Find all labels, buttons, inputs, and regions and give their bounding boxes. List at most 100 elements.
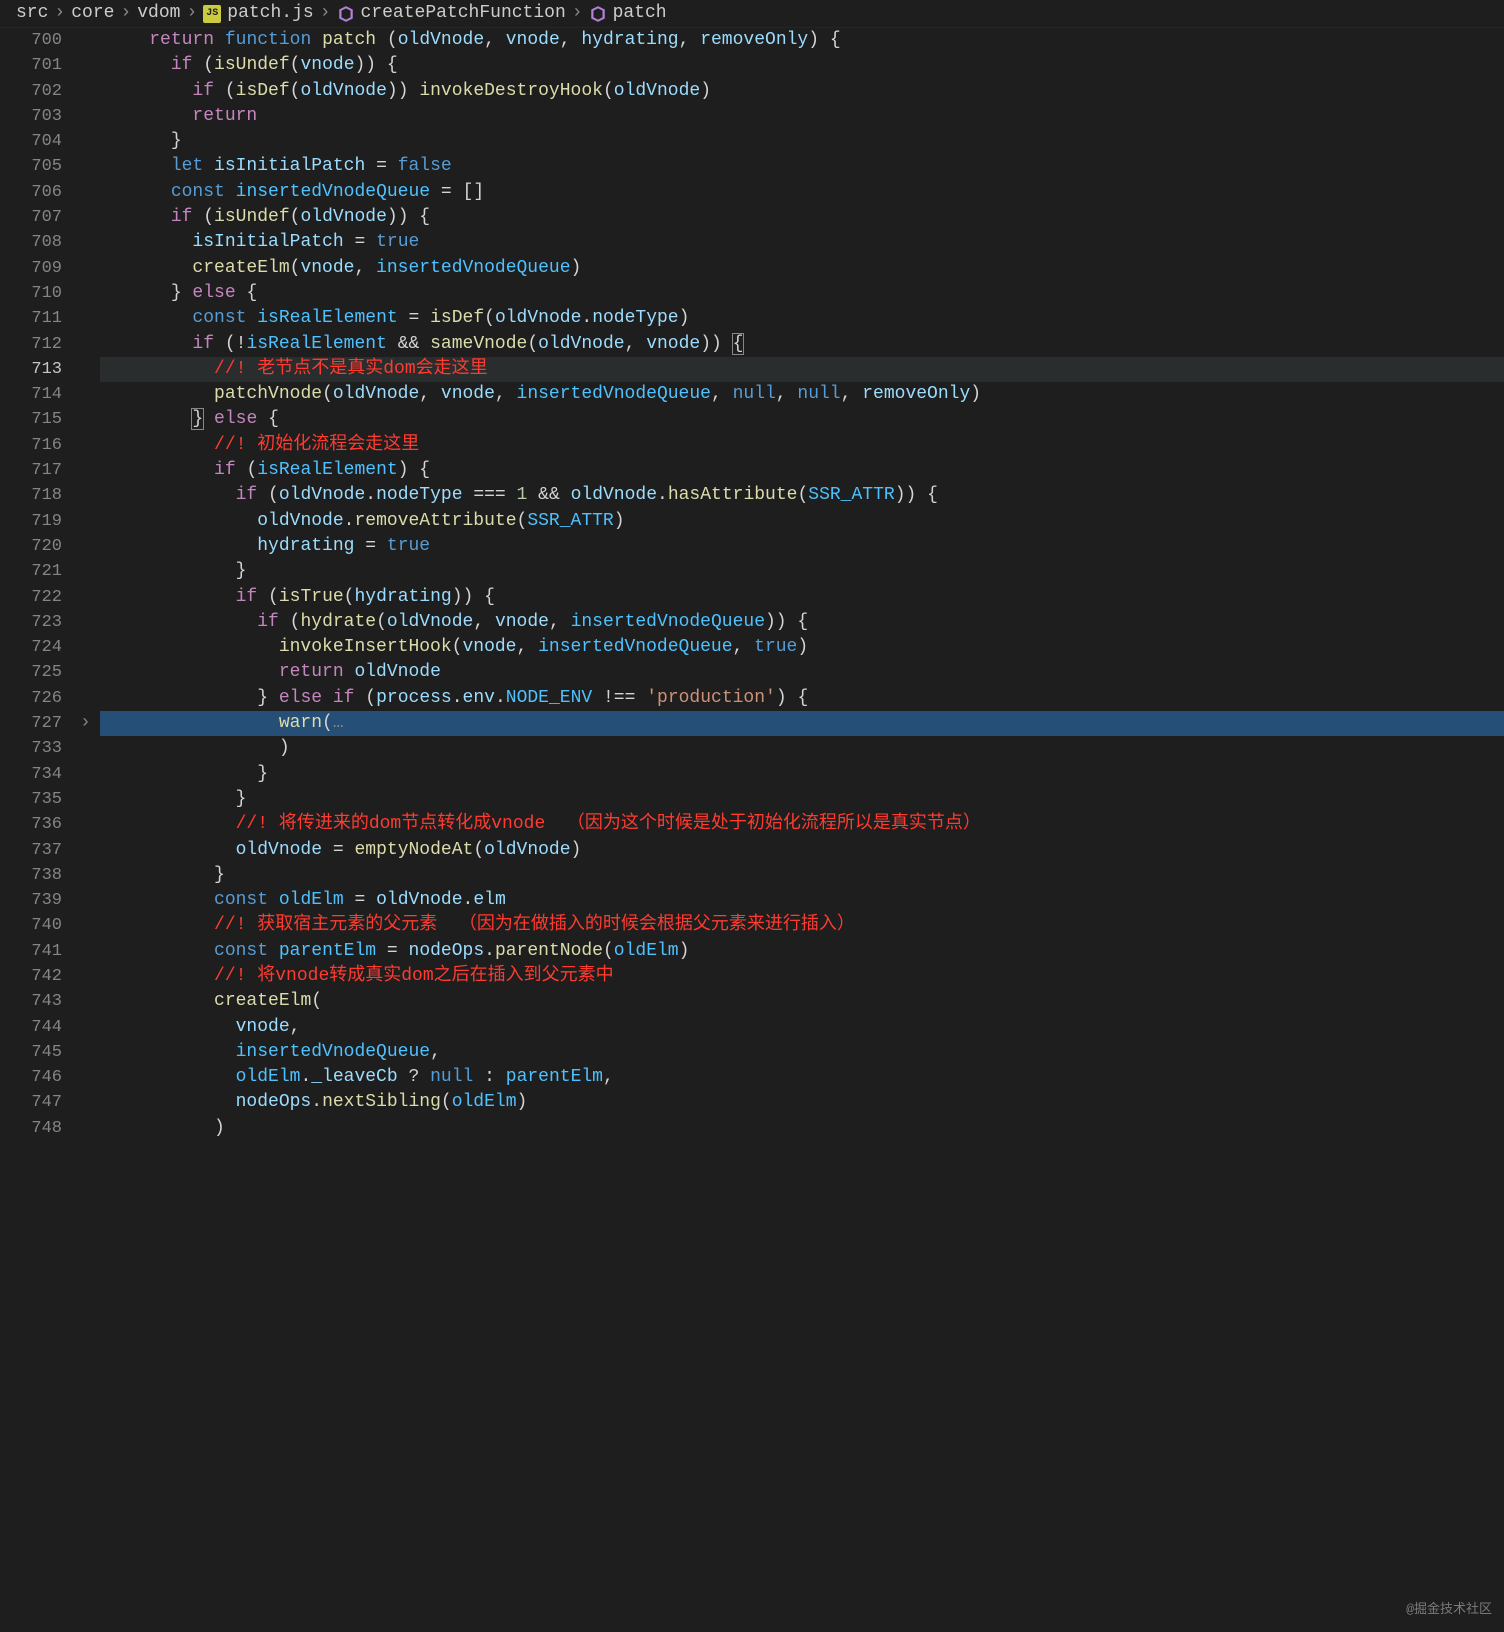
code-line[interactable]: insertedVnodeQueue, xyxy=(100,1040,1504,1065)
breadcrumb-seg-fn2[interactable]: patch xyxy=(613,1,667,26)
line-number-gutter: 700 701 702 703 704 705 706 707 708 709 … xyxy=(0,28,80,1632)
code-line[interactable]: //! 初始化流程会走这里 xyxy=(100,433,1504,458)
breadcrumb[interactable]: src › core › vdom › JS patch.js › create… xyxy=(0,0,1504,28)
line-number: 701 xyxy=(0,53,62,78)
code-line[interactable]: const insertedVnodeQueue = [] xyxy=(100,180,1504,205)
line-number: 717 xyxy=(0,458,62,483)
breadcrumb-seg-file[interactable]: patch.js xyxy=(227,1,313,26)
line-number: 721 xyxy=(0,559,62,584)
breadcrumb-seg-fn1[interactable]: createPatchFunction xyxy=(361,1,566,26)
line-number: 733 xyxy=(0,736,62,761)
code-line[interactable]: if (!isRealElement && sameVnode(oldVnode… xyxy=(100,332,1504,357)
code-line[interactable]: isInitialPatch = true xyxy=(100,230,1504,255)
code-line[interactable]: } xyxy=(100,559,1504,584)
code-line[interactable]: } xyxy=(100,129,1504,154)
line-number: 745 xyxy=(0,1040,62,1065)
line-number: 737 xyxy=(0,838,62,863)
chevron-right-icon: › xyxy=(320,1,331,26)
code-line[interactable]: const oldElm = oldVnode.elm xyxy=(100,888,1504,913)
code-line[interactable]: invokeInsertHook(vnode, insertedVnodeQue… xyxy=(100,635,1504,660)
code-line[interactable]: if (isTrue(hydrating)) { xyxy=(100,585,1504,610)
chevron-right-icon: › xyxy=(54,1,65,26)
line-number: 740 xyxy=(0,913,62,938)
line-number: 738 xyxy=(0,863,62,888)
code-line[interactable]: if (isUndef(oldVnode)) { xyxy=(100,205,1504,230)
code-line[interactable]: warn(… xyxy=(100,711,1504,736)
line-number: 715 xyxy=(0,407,62,432)
line-number: 712 xyxy=(0,332,62,357)
code-line[interactable]: //! 获取宿主元素的父元素 （因为在做插入的时候会根据父元素来进行插入） xyxy=(100,913,1504,938)
line-number: 727 xyxy=(0,711,62,736)
code-editor[interactable]: 700 701 702 703 704 705 706 707 708 709 … xyxy=(0,28,1504,1632)
code-line[interactable]: oldVnode = emptyNodeAt(oldVnode) xyxy=(100,838,1504,863)
code-line[interactable]: return xyxy=(100,104,1504,129)
breadcrumb-seg-src[interactable]: src xyxy=(16,1,48,26)
code-line[interactable]: createElm( xyxy=(100,989,1504,1014)
code-line[interactable]: //! 将传进来的dom节点转化成vnode （因为这个时候是处于初始化流程所以… xyxy=(100,812,1504,837)
line-number: 747 xyxy=(0,1090,62,1115)
code-line[interactable]: let isInitialPatch = false xyxy=(100,154,1504,179)
code-line[interactable]: if (hydrate(oldVnode, vnode, insertedVno… xyxy=(100,610,1504,635)
code-line[interactable]: if (isRealElement) { xyxy=(100,458,1504,483)
code-line[interactable]: nodeOps.nextSibling(oldElm) xyxy=(100,1090,1504,1115)
code-line[interactable]: hydrating = true xyxy=(100,534,1504,559)
line-number: 722 xyxy=(0,585,62,610)
line-number: 718 xyxy=(0,483,62,508)
code-line[interactable]: } else { xyxy=(100,281,1504,306)
line-number: 700 xyxy=(0,28,62,53)
fold-gutter: › xyxy=(80,28,100,1632)
code-line[interactable]: } xyxy=(100,863,1504,888)
line-number: 716 xyxy=(0,433,62,458)
code-area[interactable]: return function patch (oldVnode, vnode, … xyxy=(100,28,1504,1632)
code-line[interactable]: //! 将vnode转成真实dom之后在插入到父元素中 xyxy=(100,964,1504,989)
code-line[interactable]: createElm(vnode, insertedVnodeQueue) xyxy=(100,256,1504,281)
line-number: 726 xyxy=(0,686,62,711)
line-number: 724 xyxy=(0,635,62,660)
code-line[interactable]: if (oldVnode.nodeType === 1 && oldVnode.… xyxy=(100,483,1504,508)
code-line[interactable]: } xyxy=(100,762,1504,787)
chevron-right-icon: › xyxy=(120,1,131,26)
line-number: 709 xyxy=(0,256,62,281)
code-line[interactable]: return function patch (oldVnode, vnode, … xyxy=(100,28,1504,53)
code-line[interactable]: ) xyxy=(100,736,1504,761)
breadcrumb-seg-core[interactable]: core xyxy=(71,1,114,26)
line-number: 714 xyxy=(0,382,62,407)
line-number: 705 xyxy=(0,154,62,179)
chevron-right-icon: › xyxy=(572,1,583,26)
code-line[interactable]: ) xyxy=(100,1116,1504,1141)
line-number: 734 xyxy=(0,762,62,787)
code-line[interactable]: oldVnode.removeAttribute(SSR_ATTR) xyxy=(100,509,1504,534)
fold-chevron-icon[interactable]: › xyxy=(80,711,92,736)
line-number: 742 xyxy=(0,964,62,989)
code-line[interactable]: if (isDef(oldVnode)) invokeDestroyHook(o… xyxy=(100,79,1504,104)
line-number: 711 xyxy=(0,306,62,331)
code-line[interactable]: patchVnode(oldVnode, vnode, insertedVnod… xyxy=(100,382,1504,407)
line-number: 741 xyxy=(0,939,62,964)
line-number: 735 xyxy=(0,787,62,812)
line-number: 704 xyxy=(0,129,62,154)
symbol-method-icon xyxy=(589,5,607,23)
code-line[interactable]: const parentElm = nodeOps.parentNode(old… xyxy=(100,939,1504,964)
line-number: 720 xyxy=(0,534,62,559)
code-line[interactable]: oldElm._leaveCb ? null : parentElm, xyxy=(100,1065,1504,1090)
line-number: 708 xyxy=(0,230,62,255)
code-line[interactable]: } else if (process.env.NODE_ENV !== 'pro… xyxy=(100,686,1504,711)
code-line[interactable]: return oldVnode xyxy=(100,660,1504,685)
code-line[interactable]: //! 老节点不是真实dom会走这里 xyxy=(100,357,1504,382)
line-number: 723 xyxy=(0,610,62,635)
line-number: 748 xyxy=(0,1116,62,1141)
line-number: 719 xyxy=(0,509,62,534)
code-line[interactable]: } xyxy=(100,787,1504,812)
line-number: 746 xyxy=(0,1065,62,1090)
line-number: 743 xyxy=(0,989,62,1014)
symbol-method-icon xyxy=(337,5,355,23)
code-line[interactable]: const isRealElement = isDef(oldVnode.nod… xyxy=(100,306,1504,331)
code-line[interactable]: } else { xyxy=(100,407,1504,432)
chevron-right-icon: › xyxy=(186,1,197,26)
line-number: 710 xyxy=(0,281,62,306)
line-number: 707 xyxy=(0,205,62,230)
line-number: 736 xyxy=(0,812,62,837)
code-line[interactable]: if (isUndef(vnode)) { xyxy=(100,53,1504,78)
code-line[interactable]: vnode, xyxy=(100,1015,1504,1040)
breadcrumb-seg-vdom[interactable]: vdom xyxy=(137,1,180,26)
